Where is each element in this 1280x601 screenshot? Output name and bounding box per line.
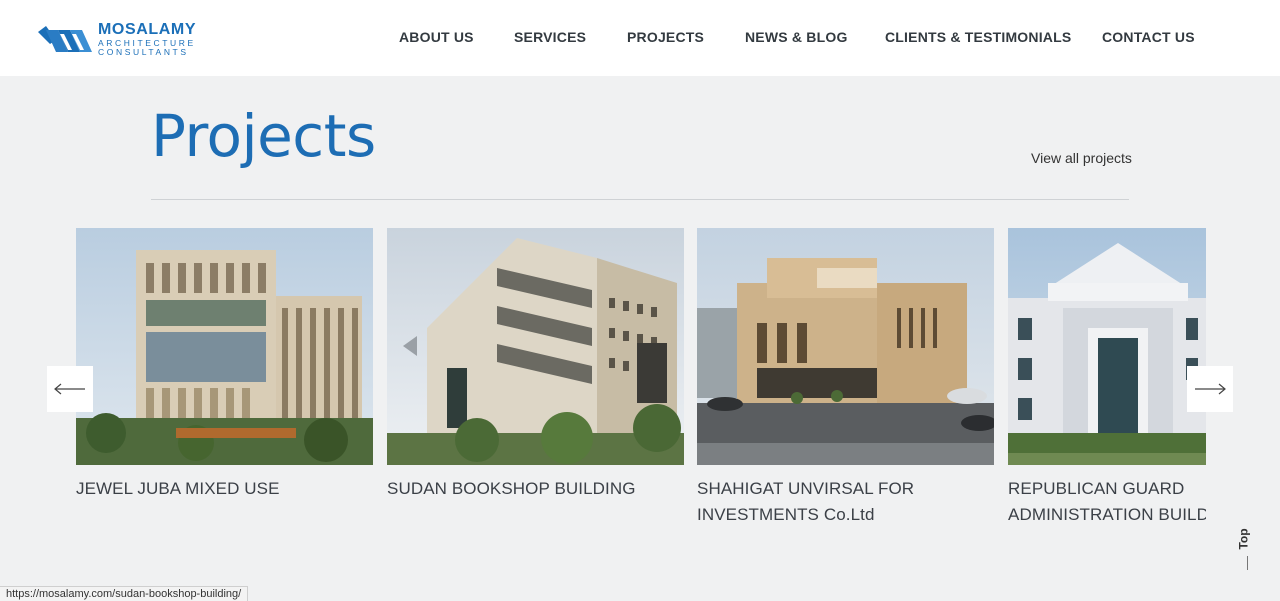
project-title-line1: REPUBLICAN GUARD <box>1008 479 1185 498</box>
brand-name: MOSALAMY <box>98 21 197 38</box>
project-image-classical-administration-building <box>1008 228 1206 465</box>
project-card-republican-guard[interactable]: REPUBLICAN GUARD ADMINISTRATION BUILDIN <box>1008 228 1206 528</box>
project-title: SUDAN BOOKSHOP BUILDING <box>387 479 636 498</box>
nav-news-blog[interactable]: NEWS & BLOG <box>745 29 848 47</box>
project-image-investments-building <box>697 228 994 465</box>
nav-contact-us[interactable]: CONTACT US <box>1102 29 1195 47</box>
nav-services[interactable]: SERVICES <box>514 29 586 47</box>
project-card-sudan-bookshop[interactable]: SUDAN BOOKSHOP BUILDING <box>387 228 684 528</box>
arrow-left-icon <box>54 383 85 395</box>
project-title-line1: SHAHIGAT UNVIRSAL FOR <box>697 479 915 498</box>
project-card-shahigat[interactable]: SHAHIGAT UNVIRSAL FOR INVESTMENTS Co.Ltd <box>697 228 994 528</box>
back-to-top-line <box>1247 556 1248 570</box>
project-image-mixed-use-tower <box>76 228 373 465</box>
nav-projects[interactable]: PROJECTS <box>627 29 704 47</box>
carousel-next-button[interactable] <box>1187 366 1233 412</box>
project-card-jewel-juba[interactable]: JEWEL JUBA MIXED USE <box>76 228 373 528</box>
view-all-projects-link[interactable]: View all projects <box>1031 150 1132 166</box>
logo-mark-icon <box>38 26 92 52</box>
carousel-prev-button[interactable] <box>47 366 93 412</box>
project-title-line2: ADMINISTRATION BUILDIN <box>1008 505 1206 524</box>
back-to-top-button[interactable]: Top <box>1236 524 1259 572</box>
arrow-right-icon <box>1195 383 1226 395</box>
site-header: MOSALAMY ARCHITECTURE CONSULTANTS ABOUT … <box>0 0 1280 76</box>
project-title-line2: INVESTMENTS Co.Ltd <box>697 505 875 524</box>
project-title: JEWEL JUBA MIXED USE <box>76 479 280 498</box>
nav-about-us[interactable]: ABOUT US <box>399 29 474 47</box>
project-title: REPUBLICAN GUARD ADMINISTRATION BUILDIN <box>1008 476 1206 528</box>
back-to-top-label: Top <box>1236 528 1251 550</box>
brand-tagline-line2: CONSULTANTS <box>98 47 189 57</box>
section-title: Projects <box>151 102 376 170</box>
section-divider <box>151 199 1129 200</box>
project-title: SHAHIGAT UNVIRSAL FOR INVESTMENTS Co.Ltd <box>697 476 997 528</box>
nav-clients-testimonials[interactable]: CLIENTS & TESTIMONIALS <box>885 29 1071 47</box>
project-image-bookshop-building <box>387 228 684 465</box>
link-hover-status-url: https://mosalamy.com/sudan-bookshop-buil… <box>0 586 249 601</box>
brand-logo[interactable]: MOSALAMY ARCHITECTURE CONSULTANTS <box>38 20 218 60</box>
